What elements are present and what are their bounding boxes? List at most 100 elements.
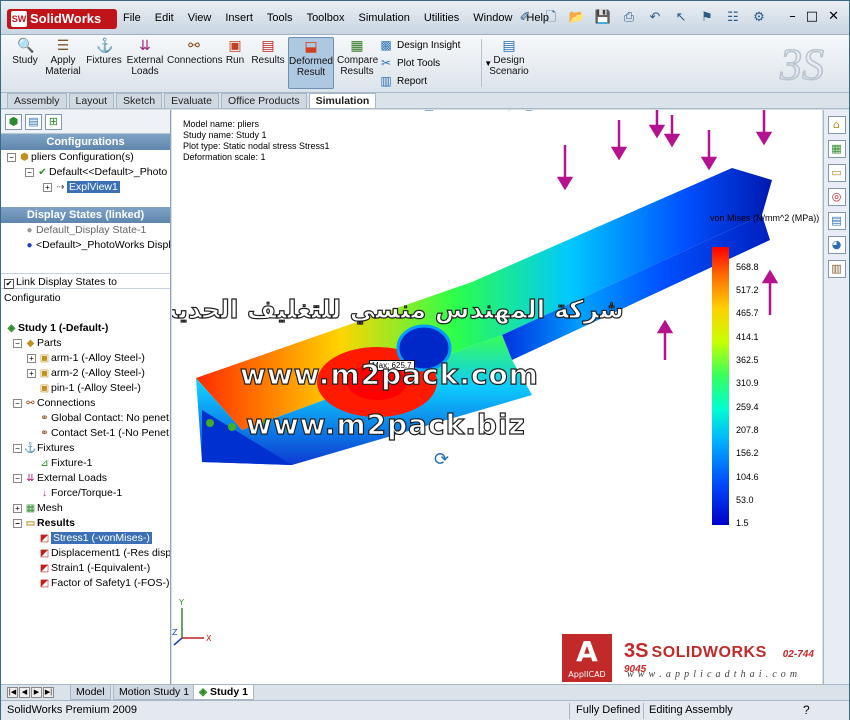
custom-properties-icon[interactable]: ▥	[827, 260, 846, 278]
view-palette-icon[interactable]: ▤	[827, 212, 846, 230]
solidworks-logo[interactable]: SW SolidWorks	[7, 9, 117, 29]
tree-item-config[interactable]: − ⬢ pliers Configuration(s)	[1, 150, 170, 165]
tree-item-displacement[interactable]: ◩ Displacement1 (-Res disp-	[1, 546, 170, 561]
rebuild-icon[interactable]: ⚑	[698, 9, 716, 27]
design-library-icon[interactable]: ▦	[827, 140, 846, 158]
external-loads-button[interactable]: ⇊ External Loads	[125, 37, 165, 77]
collapse-icon[interactable]: −	[25, 168, 34, 177]
tree-item-connections[interactable]: − ⚯ Connections	[1, 396, 170, 411]
menu-utilities[interactable]: Utilities	[424, 12, 459, 24]
tree-item-part-1[interactable]: + ▣ arm-1 (-Alloy Steel-)	[1, 351, 170, 366]
close-button[interactable]: ✕	[828, 9, 839, 24]
design-insight-button[interactable]: ▩ Design Insight	[379, 38, 460, 52]
plot-tools-button[interactable]: ✂ Plot Tools ▼	[379, 56, 492, 70]
collapse-icon[interactable]: −	[13, 519, 22, 528]
expand-icon[interactable]: +	[43, 183, 52, 192]
tree-item-explview[interactable]: + ⇢ ExplView1	[1, 180, 170, 195]
graphics-viewport[interactable]: ⌕ ⌕ ↩ ◧ ⬡ ⬢ ⬡ ◕ ▢ Model name: pliers Stu…	[172, 110, 822, 684]
collapse-icon[interactable]: −	[7, 153, 16, 162]
tree-item-fixture-1[interactable]: ⊿ Fixture-1	[1, 456, 170, 471]
maximize-button[interactable]: □	[806, 9, 818, 24]
next-tab-icon[interactable]: ▶	[31, 687, 42, 698]
menu-file[interactable]: File	[123, 12, 141, 24]
results-button[interactable]: ▤ Results	[251, 37, 285, 66]
menu-tools[interactable]: Tools	[267, 12, 293, 24]
property-manager-icon[interactable]: ▤	[25, 114, 42, 130]
menu-toolbox[interactable]: Toolbox	[307, 12, 345, 24]
checkbox-checked-icon[interactable]: ✔	[4, 279, 14, 289]
tree-item-parts[interactable]: − ◆ Parts	[1, 336, 170, 351]
file-explorer-icon[interactable]: ▭	[827, 164, 846, 182]
resources-icon[interactable]: ⌂	[827, 116, 846, 134]
undo-icon[interactable]: ↶	[646, 9, 664, 27]
tab-assembly[interactable]: Assembly	[7, 93, 67, 108]
tree-item-stress[interactable]: ◩ Stress1 (-vonMises-)	[1, 531, 170, 546]
appearances-icon[interactable]: ◕	[827, 236, 846, 254]
tree-item-fos[interactable]: ◩ Factor of Safety1 (-FOS-)	[1, 576, 170, 591]
deformed-result-button[interactable]: ⬓ Deformed Result	[288, 37, 334, 89]
minimize-button[interactable]: –	[789, 9, 796, 24]
new-file-icon[interactable]: 🗋	[542, 9, 560, 27]
apply-material-button[interactable]: ☰ Apply Material	[45, 37, 81, 77]
menu-simulation[interactable]: Simulation	[358, 12, 409, 24]
help-icon[interactable]: ?	[803, 701, 810, 720]
collapse-icon[interactable]: −	[13, 474, 22, 483]
tab-office-products[interactable]: Office Products	[221, 93, 307, 108]
expand-icon[interactable]: +	[27, 354, 36, 363]
report-button[interactable]: ▥ Report	[379, 74, 427, 88]
tree-item-contact-set[interactable]: ⚭ Contact Set-1 (-No Penet	[1, 426, 170, 441]
tab-evaluate[interactable]: Evaluate	[164, 93, 220, 108]
design-scenario-button[interactable]: ▤ Design Scenario	[489, 37, 529, 77]
tree-item-default-config[interactable]: − ✔ Default<<Default>_Photo	[1, 165, 170, 180]
pin-icon[interactable]: ✐	[516, 9, 534, 27]
fixtures-button[interactable]: ⚓ Fixtures	[85, 37, 123, 66]
tree-item-strain[interactable]: ◩ Strain1 (-Equivalent-)	[1, 561, 170, 576]
display-state-1[interactable]: ● Default_Display State-1	[1, 223, 170, 238]
run-button[interactable]: ▣ Run	[223, 37, 247, 66]
open-file-icon[interactable]: 📂	[568, 9, 586, 27]
tab-layout[interactable]: Layout	[68, 93, 115, 108]
menu-edit[interactable]: Edit	[155, 12, 174, 24]
menu-insert[interactable]: Insert	[225, 12, 253, 24]
fixtures-label: Fixtures	[37, 442, 75, 454]
tree-item-part-2[interactable]: + ▣ arm-2 (-Alloy Steel-)	[1, 366, 170, 381]
collapse-icon[interactable]: −	[13, 444, 22, 453]
menu-view[interactable]: View	[188, 12, 212, 24]
collapse-icon[interactable]: −	[13, 399, 22, 408]
search-icon[interactable]: ◎	[827, 188, 846, 206]
tree-item-results[interactable]: − ▭ Results	[1, 516, 170, 531]
link-display-states-checkbox[interactable]: ✔ Link Display States to Configuratio	[1, 273, 170, 304]
print-icon[interactable]: ⎙	[620, 9, 638, 27]
connections-button[interactable]: ⚯ Connections	[167, 37, 223, 66]
tree-item-mesh[interactable]: + ▦ Mesh	[1, 501, 170, 516]
tab-motion-study[interactable]: Motion Study 1	[113, 685, 196, 700]
collapse-icon[interactable]: −	[13, 339, 22, 348]
tab-study-1[interactable]: ◈ Study 1	[193, 685, 254, 700]
prev-tab-icon[interactable]: ◀	[19, 687, 30, 698]
tab-sketch[interactable]: Sketch	[116, 93, 163, 108]
tree-item-force-torque[interactable]: ↓ Force/Torque-1	[1, 486, 170, 501]
tab-model[interactable]: Model	[70, 685, 111, 700]
configuration-manager-icon[interactable]: ⊞	[45, 114, 62, 130]
compare-results-button[interactable]: ▦ Compare Results	[337, 37, 378, 77]
window-controls: – □ ✕	[789, 9, 839, 24]
expand-icon[interactable]: +	[27, 369, 36, 378]
last-tab-icon[interactable]: ▶|	[43, 687, 54, 698]
feature-manager-icon[interactable]: ⬢	[5, 114, 22, 130]
menu-window[interactable]: Window	[473, 12, 512, 24]
select-icon[interactable]: ↖	[672, 9, 690, 27]
expand-icon[interactable]: +	[13, 504, 22, 513]
study-button[interactable]: 🔍 Study	[7, 37, 43, 66]
tab-simulation[interactable]: Simulation	[308, 93, 377, 108]
tree-item-fixtures[interactable]: − ⚓Fixtures	[1, 441, 170, 456]
save-icon[interactable]: 💾	[594, 9, 612, 27]
tree-item-part-3[interactable]: ▣ pin-1 (-Alloy Steel-)	[1, 381, 170, 396]
tree-item-global-contact[interactable]: ⚭ Global Contact: No penet	[1, 411, 170, 426]
tree-item-external-loads[interactable]: − ⇊ External Loads	[1, 471, 170, 486]
first-tab-icon[interactable]: |◀	[7, 687, 18, 698]
run-label: Run	[225, 55, 245, 66]
options-icon[interactable]: ☷	[724, 9, 742, 27]
tree-item-study[interactable]: ◈ Study 1 (-Default-)	[1, 321, 170, 336]
display-state-2[interactable]: ● <Default>_PhotoWorks Displ	[1, 238, 170, 253]
settings-icon[interactable]: ⚙	[750, 9, 768, 27]
